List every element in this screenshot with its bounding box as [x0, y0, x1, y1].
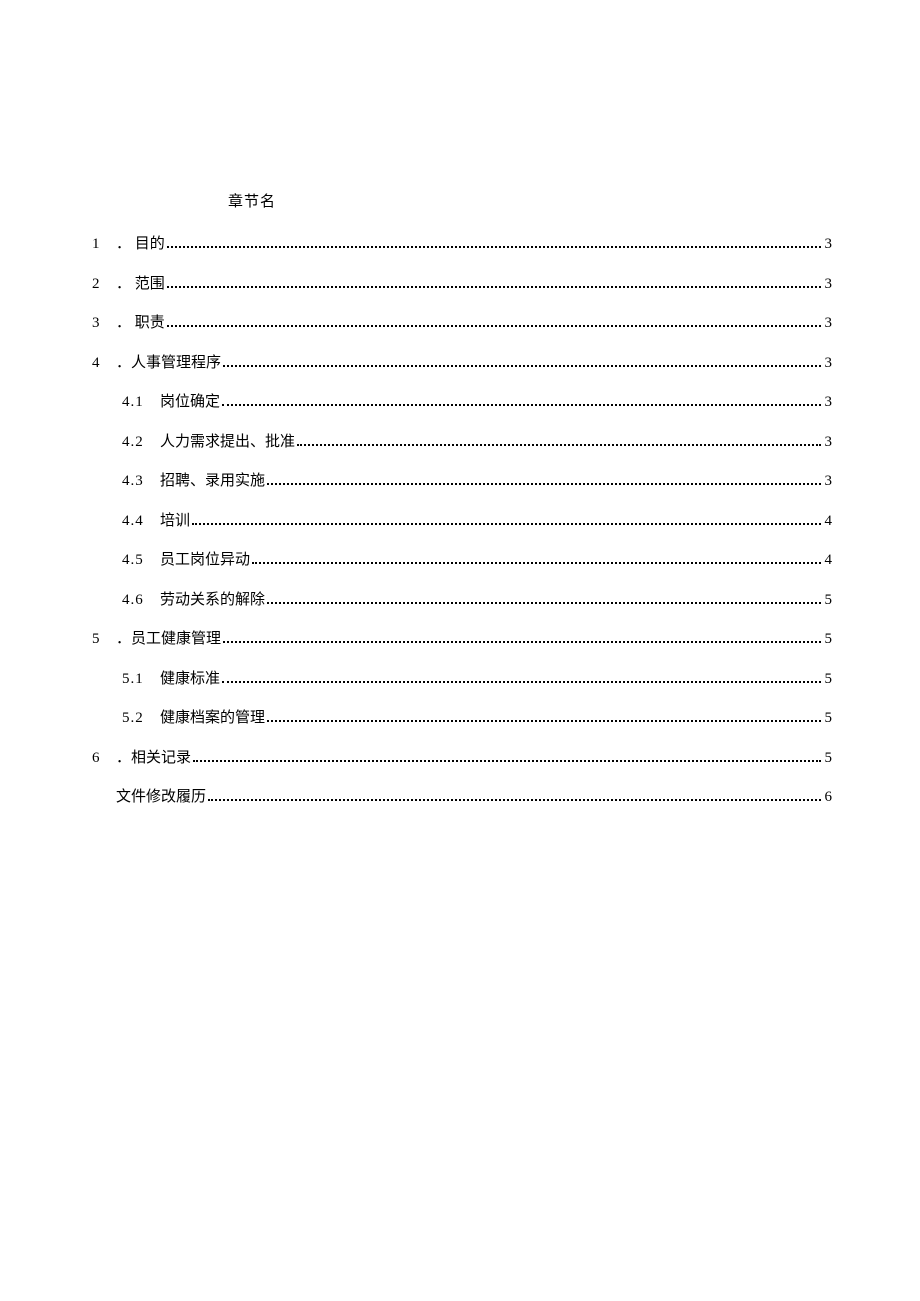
toc-entry-title: 健康标准	[160, 670, 220, 690]
toc-entry-title: 招聘、录用实施	[160, 472, 265, 492]
toc-entry-number: 5.1	[122, 670, 160, 690]
toc-leader-dots	[223, 358, 820, 367]
toc-entry-page: 5	[825, 591, 833, 611]
toc-entry: 5.1健康标准 5	[92, 670, 832, 690]
document-page: 章节名 1． 目的32． 范围33． 职责34．人事管理程序34.1岗位确定34…	[0, 0, 920, 808]
toc-leader-dots	[167, 318, 821, 327]
toc-entry-page: 4	[825, 512, 833, 532]
toc-entry-title: ．员工健康管理	[116, 630, 221, 650]
toc-entry-title: ． 目的	[116, 235, 165, 255]
toc-entry-page: 3	[825, 433, 833, 453]
toc-entry: 4.2人力需求提出、批准 3	[92, 433, 832, 453]
toc-leader-dots	[208, 792, 820, 801]
toc-entry-number: 2	[92, 275, 116, 295]
toc-entry-number: 4.6	[122, 591, 160, 611]
toc-entry: 5．员工健康管理5	[92, 630, 832, 650]
toc-entry-page: 5	[825, 749, 833, 769]
toc-leader-dots	[222, 674, 820, 683]
toc-entry-title: ．人事管理程序	[116, 354, 221, 374]
toc-entry-number: 4.2	[122, 433, 160, 453]
toc-entry-number: 4.1	[122, 393, 160, 413]
toc-heading: 章节名	[228, 190, 832, 211]
toc-entry: 3． 职责3	[92, 314, 832, 334]
toc-entry-page: 5	[825, 630, 833, 650]
toc-entry-title: 培训	[160, 512, 190, 532]
toc-list: 1． 目的32． 范围33． 职责34．人事管理程序34.1岗位确定34.2人力…	[92, 235, 832, 808]
toc-entry-page: 3	[825, 235, 833, 255]
toc-entry-number: 4.3	[122, 472, 160, 492]
toc-entry: 5.2健康档案的管理 5	[92, 709, 832, 729]
toc-entry-number: 4	[92, 354, 116, 374]
toc-leader-dots	[222, 397, 820, 406]
toc-entry: 文件修改履历 6	[92, 788, 832, 808]
toc-entry: 2． 范围 3	[92, 275, 832, 295]
toc-entry: 4.3招聘、录用实施 3	[92, 472, 832, 492]
toc-entry: 4.1岗位确定 3	[92, 393, 832, 413]
toc-entry-number: 5.2	[122, 709, 160, 729]
toc-leader-dots	[167, 279, 821, 288]
toc-leader-dots	[297, 437, 820, 446]
toc-entry-title: 员工岗位异动	[160, 551, 250, 571]
toc-entry-page: 3	[825, 314, 833, 334]
toc-entry: 1． 目的 3	[92, 235, 832, 255]
toc-leader-dots	[223, 634, 820, 643]
toc-entry-page: 3	[825, 393, 833, 413]
toc-entry: 4.5员工岗位异动 4	[92, 551, 832, 571]
toc-entry-number: 4.4	[122, 512, 160, 532]
toc-entry-number: 4.5	[122, 551, 160, 571]
toc-entry-page: 5	[825, 670, 833, 690]
toc-entry-page: 3	[825, 472, 833, 492]
toc-entry-page: 5	[825, 709, 833, 729]
toc-leader-dots	[167, 239, 821, 248]
toc-entry-title: 文件修改履历	[116, 788, 206, 808]
toc-leader-dots	[192, 516, 820, 525]
toc-entry: 4.4培训 4	[92, 512, 832, 532]
toc-entry-title: 劳动关系的解除	[160, 591, 265, 611]
toc-entry: 4.6劳动关系的解除 5	[92, 591, 832, 611]
toc-entry-title: 岗位确定	[160, 393, 220, 413]
toc-entry-title: ． 职责	[116, 314, 165, 334]
toc-leader-dots	[267, 713, 820, 722]
toc-entry-page: 3	[825, 354, 833, 374]
toc-entry-number: 5	[92, 630, 116, 650]
toc-entry-title: ． 范围	[116, 275, 165, 295]
toc-leader-dots	[267, 595, 820, 604]
toc-entry-number: 3	[92, 314, 116, 334]
toc-leader-dots	[267, 476, 820, 485]
toc-entry-page: 4	[825, 551, 833, 571]
toc-entry: 6．相关记录 5	[92, 749, 832, 769]
toc-entry-number: 1	[92, 235, 116, 255]
toc-entry-page: 3	[825, 275, 833, 295]
toc-entry-title: 健康档案的管理	[160, 709, 265, 729]
toc-entry-title: ．相关记录	[116, 749, 191, 769]
toc-leader-dots	[252, 555, 820, 564]
toc-leader-dots	[193, 753, 820, 762]
toc-entry: 4．人事管理程序 3	[92, 354, 832, 374]
toc-entry-title: 人力需求提出、批准	[160, 433, 295, 453]
toc-entry-number: 6	[92, 749, 116, 769]
toc-entry-page: 6	[825, 788, 833, 808]
